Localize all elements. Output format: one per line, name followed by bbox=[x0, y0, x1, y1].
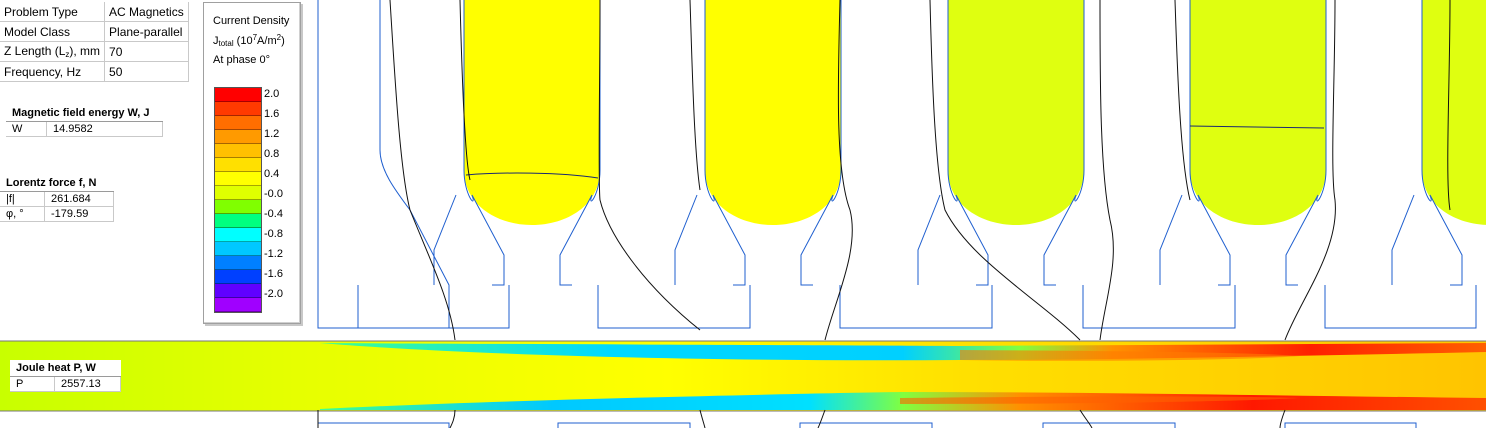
legend-tick-label: -2.0 bbox=[264, 288, 283, 300]
flux-line bbox=[817, 409, 826, 428]
legend-quantity: Jtotal (107A/m2) bbox=[213, 33, 285, 48]
flux-line bbox=[598, 0, 701, 331]
joule-value: 2557.13 bbox=[54, 376, 121, 392]
lower-tooth bbox=[1284, 422, 1417, 428]
secondary-strip bbox=[0, 340, 1486, 412]
magnetic-energy-table: Magnetic field energy W, J W 14.9582 bbox=[6, 105, 163, 137]
flux-line bbox=[699, 409, 706, 428]
property-value: 50 bbox=[104, 61, 189, 82]
tooth-edge bbox=[1391, 194, 1415, 285]
lower-tooth bbox=[317, 422, 450, 428]
property-key: Problem Type bbox=[0, 2, 106, 22]
legend-color-band bbox=[215, 214, 261, 228]
flux-line bbox=[449, 409, 456, 428]
legend-phase: At phase 0° bbox=[213, 54, 270, 66]
legend-title: Current Density bbox=[213, 15, 290, 27]
lorentz-value: -179.59 bbox=[44, 206, 114, 222]
tooth-outline bbox=[317, 0, 450, 329]
lower-tooth bbox=[1042, 422, 1176, 428]
property-key: Frequency, Hz bbox=[0, 61, 106, 82]
legend-color-bar bbox=[214, 87, 262, 313]
coil-conductor bbox=[1190, 0, 1326, 225]
flux-line bbox=[689, 0, 701, 191]
flux-line bbox=[389, 0, 456, 341]
property-row-z-length: Z Length (Lz), mm 70 bbox=[0, 41, 189, 62]
legend-tick-label: 1.6 bbox=[264, 108, 280, 120]
property-row-problem-type: Problem Type AC Magnetics bbox=[0, 2, 189, 22]
energy-title: Magnetic field energy W, J bbox=[6, 105, 163, 122]
lorentz-value: 261.684 bbox=[44, 191, 114, 207]
legend-color-band bbox=[215, 284, 261, 298]
energy-value: 14.9582 bbox=[46, 121, 163, 137]
flux-line bbox=[1079, 409, 1093, 428]
legend-color-band bbox=[215, 270, 261, 284]
tooth-tip bbox=[597, 285, 751, 329]
energy-label: W bbox=[6, 121, 47, 137]
problem-properties-table: Problem Type AC Magnetics Model Class Pl… bbox=[0, 2, 189, 82]
lower-tooth bbox=[557, 422, 691, 428]
tooth-edge bbox=[917, 194, 941, 285]
tooth-tip bbox=[839, 285, 993, 329]
legend-color-band bbox=[215, 228, 261, 242]
legend-tick-label: 1.2 bbox=[264, 128, 280, 140]
legend-color-band bbox=[215, 144, 261, 158]
joule-heat-table: Joule heat P, W P 2557.13 bbox=[10, 360, 121, 392]
lorentz-label: φ, ° bbox=[0, 206, 45, 222]
legend-tick-label: -0.0 bbox=[264, 188, 283, 200]
flux-line bbox=[1174, 0, 1191, 201]
legend-color-band bbox=[215, 102, 261, 116]
flux-line bbox=[1099, 0, 1114, 341]
legend-color-band bbox=[215, 116, 261, 130]
legend-color-band bbox=[215, 200, 261, 214]
property-key: Model Class bbox=[0, 21, 106, 42]
legend-color-band bbox=[215, 256, 261, 270]
coil-conductor bbox=[705, 0, 841, 225]
legend-color-band bbox=[215, 130, 261, 144]
flux-line bbox=[1279, 409, 1286, 428]
legend-color-band bbox=[215, 88, 261, 102]
property-value: 70 bbox=[104, 41, 189, 62]
lorentz-force-table: Lorentz force f, N |f| 261.684 φ, ° -179… bbox=[0, 175, 114, 222]
property-value: Plane-parallel bbox=[104, 21, 189, 42]
legend-color-band bbox=[215, 172, 261, 186]
coil-conductor bbox=[948, 0, 1084, 225]
lorentz-title: Lorentz force f, N bbox=[0, 175, 114, 192]
tooth-edge bbox=[674, 194, 698, 285]
property-value: AC Magnetics bbox=[104, 2, 189, 22]
legend-color-band bbox=[215, 186, 261, 200]
legend-tick-label: 0.8 bbox=[264, 148, 280, 160]
tooth-tip bbox=[1324, 285, 1477, 329]
joule-label: P bbox=[10, 376, 55, 392]
legend-tick-label: -0.4 bbox=[264, 208, 283, 220]
coil-conductor bbox=[1422, 0, 1486, 225]
joule-title: Joule heat P, W bbox=[10, 360, 121, 377]
legend-color-band bbox=[215, 158, 261, 172]
tooth-edge bbox=[433, 194, 457, 285]
tooth-tip bbox=[357, 285, 510, 329]
legend-tick-label: 2.0 bbox=[264, 88, 280, 100]
legend-color-band bbox=[215, 242, 261, 256]
legend-tick-label: -1.6 bbox=[264, 268, 283, 280]
lorentz-label: |f| bbox=[0, 191, 45, 207]
color-legend[interactable]: Current Density Jtotal (107A/m2) At phas… bbox=[203, 2, 301, 324]
coil-conductor bbox=[464, 0, 600, 225]
legend-tick-label: 0.4 bbox=[264, 168, 280, 180]
tooth-edge bbox=[1159, 194, 1183, 285]
legend-tick-label: -0.8 bbox=[264, 228, 283, 240]
property-row-model-class: Model Class Plane-parallel bbox=[0, 21, 189, 42]
property-key: Z Length (Lz), mm bbox=[0, 41, 106, 62]
legend-color-band bbox=[215, 298, 261, 312]
property-row-frequency: Frequency, Hz 50 bbox=[0, 61, 189, 82]
legend-tick-label: -1.2 bbox=[264, 248, 283, 260]
